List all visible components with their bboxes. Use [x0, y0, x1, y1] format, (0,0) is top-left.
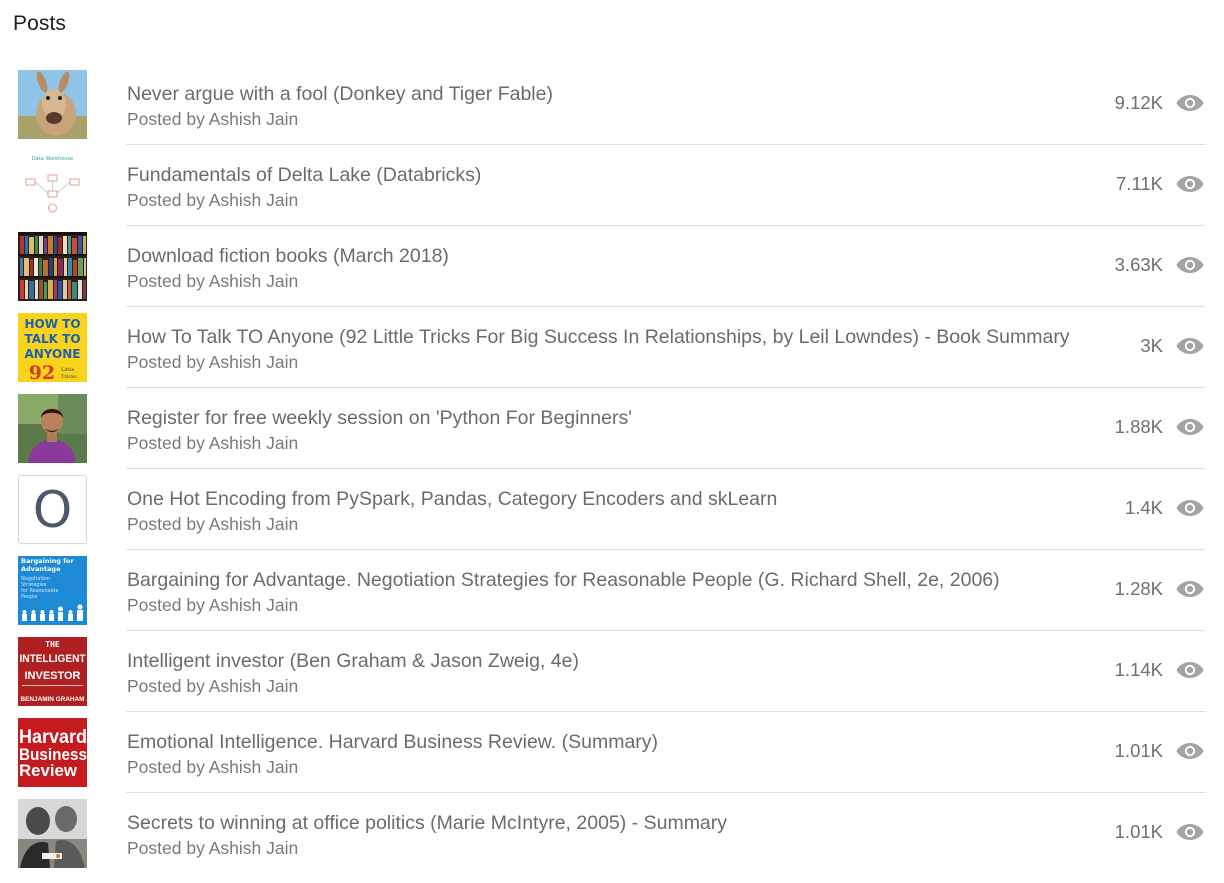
post-text: Fundamentals of Delta Lake (Databricks) … [127, 164, 1074, 211]
post-list: Never argue with a fool (Donkey and Tige… [0, 64, 1224, 874]
post-views: 3.63K [1115, 252, 1205, 278]
eye-icon [1175, 416, 1205, 438]
cover-text: TALK TO [24, 332, 80, 346]
post-author: Posted by Ashish Jain [127, 433, 299, 453]
post-title[interactable]: Download fiction books (March 2018) [127, 245, 1074, 268]
posts-page: Posts Never argue with a fool (Donkey an… [0, 0, 1224, 883]
post-thumbnail-hbr[interactable]: Harvard Business Review [18, 718, 87, 787]
eye-icon [1175, 578, 1205, 600]
post-title[interactable]: Fundamentals of Delta Lake (Databricks) [127, 164, 1074, 187]
post-row[interactable]: HOW TO TALK TO ANYONE 92 Little Tricks H… [0, 307, 1224, 388]
post-thumbnail-intelligent-investor[interactable]: THE INTELLIGENT INVESTOR BENJAMIN GRAHAM [18, 637, 87, 706]
cover-text: People [21, 594, 38, 600]
post-row[interactable]: Harvard Business Review Emotional Intell… [0, 712, 1224, 793]
eye-icon [1175, 821, 1205, 843]
cover-text: HOW TO [24, 317, 80, 331]
post-author: Posted by Ashish Jain [127, 514, 299, 534]
post-title[interactable]: Register for free weekly session on 'Pyt… [127, 407, 1074, 430]
views-count: 1.01K [1114, 740, 1163, 761]
post-thumbnail-person[interactable] [18, 394, 87, 463]
views-count: 1.4K [1124, 497, 1163, 518]
post-title[interactable]: Intelligent investor (Ben Graham & Jason… [127, 650, 1074, 673]
post-row[interactable]: Bargaining for Advantage Negotiation Str… [0, 550, 1224, 631]
cover-text: 92 [29, 362, 55, 382]
post-title[interactable]: Never argue with a fool (Donkey and Tige… [127, 83, 1074, 106]
post-author: Posted by Ashish Jain [127, 109, 299, 129]
post-row[interactable]: O One Hot Encoding from PySpark, Pandas,… [0, 469, 1224, 550]
post-author: Posted by Ashish Jain [127, 352, 299, 372]
post-text: Download fiction books (March 2018) Post… [127, 245, 1074, 292]
post-views: 9.12K [1115, 90, 1205, 116]
post-row[interactable]: Data Warehouse Fundamentals of Delta Lak… [0, 145, 1224, 226]
post-title[interactable]: How To Talk TO Anyone (92 Little Tricks … [127, 326, 1074, 349]
post-row[interactable]: Download fiction books (March 2018) Post… [0, 226, 1224, 307]
views-count: 9.12K [1114, 92, 1163, 113]
post-title[interactable]: One Hot Encoding from PySpark, Pandas, C… [127, 488, 1074, 511]
post-thumbnail-office[interactable] [18, 799, 87, 868]
post-text: How To Talk TO Anyone (92 Little Tricks … [127, 326, 1074, 373]
eye-icon [1175, 92, 1205, 114]
eye-icon [1175, 173, 1205, 195]
eye-icon [1175, 335, 1205, 357]
cover-text: ANYONE [24, 347, 80, 361]
post-thumbnail-letter[interactable]: O [18, 475, 87, 544]
post-thumbnail-bookshelf[interactable] [18, 232, 87, 301]
post-views: 1.01K [1115, 819, 1205, 845]
post-author: Posted by Ashish Jain [127, 190, 299, 210]
post-author: Posted by Ashish Jain [127, 838, 299, 858]
post-author: Posted by Ashish Jain [127, 757, 299, 777]
post-row[interactable]: Register for free weekly session on 'Pyt… [0, 388, 1224, 469]
post-row[interactable]: Secrets to winning at office politics (M… [0, 793, 1224, 874]
post-text: Intelligent investor (Ben Graham & Jason… [127, 650, 1074, 697]
post-text: Never argue with a fool (Donkey and Tige… [127, 83, 1074, 130]
eye-icon [1175, 497, 1205, 519]
cover-text: INVESTOR [25, 670, 81, 682]
post-text: Register for free weekly session on 'Pyt… [127, 407, 1074, 454]
views-count: 3K [1140, 335, 1163, 356]
cover-text: Tricks [61, 374, 77, 380]
post-text: Secrets to winning at office politics (M… [127, 812, 1074, 859]
post-title[interactable]: Bargaining for Advantage. Negotiation St… [127, 569, 1074, 592]
views-count: 1.88K [1114, 416, 1163, 437]
post-row[interactable]: Never argue with a fool (Donkey and Tige… [0, 64, 1224, 145]
post-text: Bargaining for Advantage. Negotiation St… [127, 569, 1074, 616]
views-count: 1.01K [1114, 821, 1163, 842]
post-row[interactable]: THE INTELLIGENT INVESTOR BENJAMIN GRAHAM… [0, 631, 1224, 712]
post-title[interactable]: Secrets to winning at office politics (M… [127, 812, 1074, 835]
post-title[interactable]: Emotional Intelligence. Harvard Business… [127, 731, 1074, 754]
post-views: 1.28K [1115, 576, 1205, 602]
views-count: 1.14K [1114, 659, 1163, 680]
views-count: 1.28K [1114, 578, 1163, 599]
cover-text: BENJAMIN GRAHAM [21, 696, 85, 703]
eye-icon [1175, 740, 1205, 762]
page-title: Posts [13, 12, 67, 35]
post-views: 7.11K [1116, 171, 1205, 197]
views-count: 7.11K [1116, 173, 1163, 194]
post-author: Posted by Ashish Jain [127, 595, 299, 615]
post-views: 1.88K [1115, 414, 1205, 440]
post-author: Posted by Ashish Jain [127, 676, 299, 696]
post-views: 1.4K [1125, 495, 1205, 521]
eye-icon [1175, 254, 1205, 276]
eye-icon [1175, 659, 1205, 681]
post-views: 3K [1140, 333, 1205, 359]
post-thumbnail-data-warehouse[interactable]: Data Warehouse [18, 151, 87, 220]
post-thumbnail-donkey[interactable] [18, 70, 87, 139]
cover-text: Bargaining for [21, 557, 75, 565]
cover-text: THE [45, 640, 60, 649]
post-text: Emotional Intelligence. Harvard Business… [127, 731, 1074, 778]
post-views: 1.01K [1115, 738, 1205, 764]
post-thumbnail-how-to-talk[interactable]: HOW TO TALK TO ANYONE 92 Little Tricks [18, 313, 87, 382]
post-thumbnail-bargaining[interactable]: Bargaining for Advantage Negotiation Str… [18, 556, 87, 625]
post-author: Posted by Ashish Jain [127, 271, 299, 291]
cover-text: Advantage [21, 565, 61, 573]
cover-text: INTELLIGENT [20, 653, 86, 665]
thumbnail-caption: Data Warehouse [32, 156, 73, 162]
post-views: 1.14K [1115, 657, 1205, 683]
cover-text: Little [61, 367, 75, 373]
views-count: 3.63K [1114, 254, 1163, 275]
cover-text: Review [19, 761, 78, 780]
post-text: One Hot Encoding from PySpark, Pandas, C… [127, 488, 1074, 535]
